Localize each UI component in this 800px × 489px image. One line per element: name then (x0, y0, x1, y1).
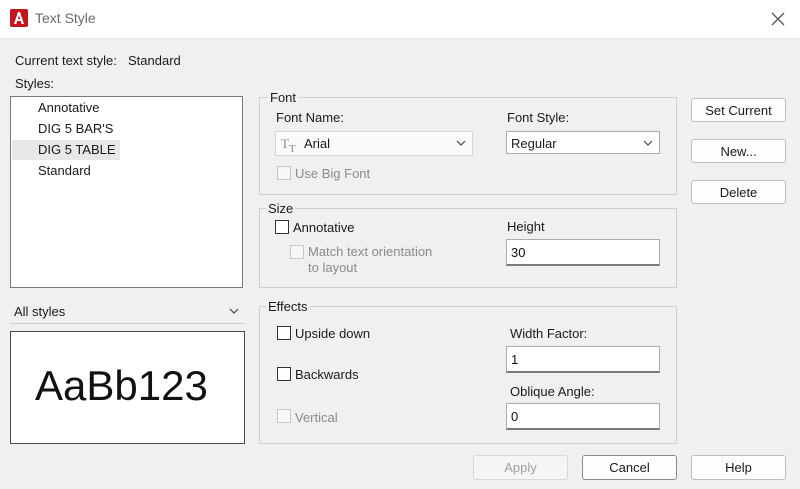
font-style-value: Regular (511, 136, 557, 151)
current-style-label: Current text style: (15, 53, 117, 68)
oblique-angle-label: Oblique Angle: (510, 384, 595, 399)
cancel-button[interactable]: Cancel (582, 455, 677, 480)
vertical-label: Vertical (295, 410, 338, 425)
font-name-value: Arial (304, 136, 331, 151)
match-orientation-checkbox[interactable] (290, 245, 304, 259)
style-preview: AaBb123 (10, 331, 245, 444)
styles-label: Styles: (15, 76, 55, 91)
oblique-angle-input[interactable] (506, 403, 660, 430)
size-group-title: Size (266, 201, 296, 216)
use-big-font-checkbox[interactable] (277, 166, 291, 180)
chevron-down-icon (456, 140, 466, 146)
styles-filter-dropdown[interactable]: All styles (10, 300, 245, 324)
font-style-dropdown[interactable]: Regular (506, 131, 660, 154)
styles-list[interactable]: Annotative DIG 5 BAR'S DIG 5 TABLE Stand… (10, 96, 243, 288)
styles-filter-value: All styles (14, 304, 66, 319)
title-bar (0, 0, 800, 39)
use-big-font-label: Use Big Font (295, 166, 371, 181)
truetype-font-icon: T T (281, 137, 296, 153)
width-factor-input[interactable] (506, 346, 660, 373)
help-button[interactable]: Help (691, 455, 786, 480)
svg-text:T: T (289, 143, 296, 153)
vertical-checkbox[interactable] (277, 409, 291, 423)
annotative-label: Annotative (293, 220, 355, 235)
delete-button[interactable]: Delete (691, 180, 786, 204)
match-orientation-label-line2: to layout (308, 260, 358, 275)
close-button[interactable] (762, 4, 794, 34)
font-group-title: Font (268, 90, 299, 105)
height-label: Height (507, 219, 545, 234)
list-item[interactable]: DIG 5 TABLE (12, 140, 120, 160)
chevron-down-icon (643, 140, 653, 146)
list-item[interactable]: DIG 5 BAR'S (12, 119, 243, 139)
set-current-button[interactable]: Set Current (691, 98, 786, 122)
height-input[interactable] (506, 239, 660, 266)
backwards-label: Backwards (295, 367, 359, 382)
upside-down-label: Upside down (295, 326, 371, 341)
font-name-dropdown[interactable]: T T Arial (275, 131, 473, 156)
list-item[interactable]: Annotative (12, 98, 243, 118)
width-factor-label: Width Factor: (510, 326, 588, 341)
window-title: Text Style (35, 10, 96, 26)
backwards-checkbox[interactable] (277, 367, 291, 381)
apply-button[interactable]: Apply (473, 455, 568, 480)
effects-group-title: Effects (266, 299, 310, 314)
font-name-label: Font Name: (276, 110, 344, 125)
current-style-value: Standard (128, 53, 181, 68)
close-icon (771, 12, 785, 26)
upside-down-checkbox[interactable] (277, 326, 291, 340)
list-item[interactable]: Standard (12, 161, 243, 181)
autocad-logo-icon (10, 9, 28, 27)
preview-text: AaBb123 (35, 362, 208, 409)
font-style-label: Font Style: (507, 110, 570, 125)
match-orientation-label-line1: Match text orientation (308, 244, 433, 259)
svg-text:T: T (281, 137, 289, 151)
annotative-checkbox[interactable] (275, 220, 289, 234)
new-button[interactable]: New... (691, 139, 786, 163)
chevron-down-icon (229, 308, 239, 314)
